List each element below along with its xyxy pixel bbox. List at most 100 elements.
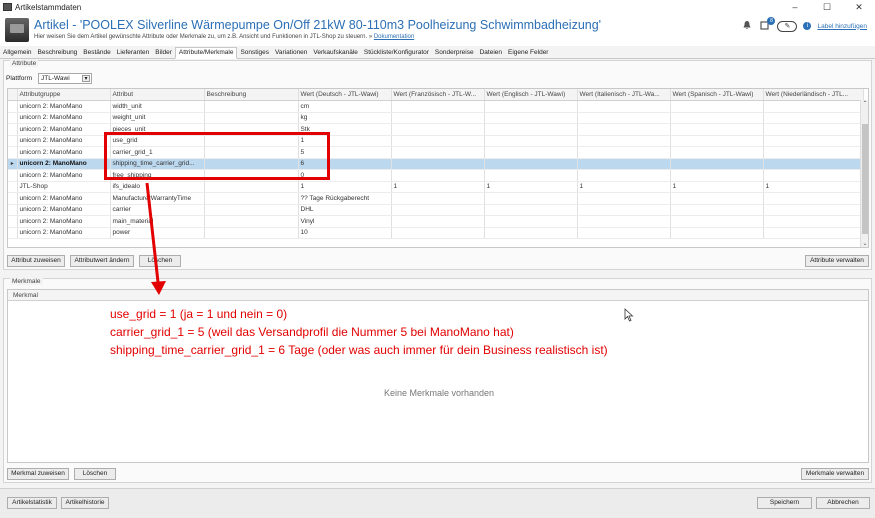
assign-feature-button[interactable]: Merkmal zuweisen (7, 468, 69, 480)
features-column-header[interactable]: Merkmal (8, 290, 868, 301)
table-row[interactable]: unicorn 2: ManoMano width_unit cm (8, 100, 864, 113)
delete-attribute-button[interactable]: Löschen (139, 255, 181, 267)
table-cell[interactable]: 1 (577, 181, 671, 193)
table-cell[interactable] (763, 146, 864, 159)
table-cell[interactable] (763, 215, 864, 228)
table-cell[interactable]: ?? Tage Rückgaberecht (298, 192, 392, 205)
add-label-link[interactable]: Label hinzufügen (817, 23, 867, 30)
table-cell[interactable] (391, 158, 485, 170)
table-cell[interactable] (391, 227, 485, 239)
table-row[interactable]: unicorn 2: ManoMano ManufacturerWarrantyT… (8, 192, 864, 205)
table-cell[interactable] (577, 192, 671, 205)
table-cell[interactable] (763, 169, 864, 182)
table-cell[interactable]: unicorn 2: ManoMano (17, 204, 111, 216)
table-row[interactable]: unicorn 2: ManoMano main_material Vinyl (8, 215, 864, 228)
table-row[interactable]: JTL-Shop ifs_idealo 1 1 1 1 1 1 (8, 181, 864, 193)
table-row[interactable]: unicorn 2: ManoMano weight_unit kg (8, 112, 864, 124)
table-cell[interactable]: width_unit (110, 100, 205, 113)
tab-allgemein[interactable]: Allgemein (0, 48, 35, 58)
table-cell[interactable] (484, 112, 578, 124)
table-cell[interactable] (484, 123, 578, 136)
table-cell[interactable] (670, 227, 764, 239)
table-cell[interactable]: unicorn 2: ManoMano (17, 112, 111, 124)
table-cell[interactable] (670, 204, 764, 216)
table-cell[interactable]: DHL (298, 204, 392, 216)
column-header[interactable]: Attribut (110, 89, 205, 101)
documentation-link[interactable]: Dokumentation (374, 34, 414, 40)
table-cell[interactable] (484, 227, 578, 239)
table-cell[interactable] (670, 169, 764, 182)
manage-attributes-button[interactable]: Attribute verwalten (805, 255, 869, 267)
table-cell[interactable] (484, 100, 578, 113)
table-cell[interactable]: 1 (391, 181, 485, 193)
table-cell[interactable] (484, 146, 578, 159)
table-cell[interactable]: ManufacturerWarrantyTime (110, 192, 205, 205)
tab-bilder[interactable]: Bilder (152, 48, 175, 58)
save-button[interactable]: Speichern (757, 497, 812, 509)
scrollbar-thumb[interactable] (862, 124, 868, 234)
table-cell[interactable] (577, 123, 671, 136)
table-cell[interactable] (391, 112, 485, 124)
table-cell[interactable] (670, 135, 764, 147)
tasks-icon[interactable]: 8 (759, 17, 776, 32)
table-cell[interactable] (577, 227, 671, 239)
table-cell[interactable] (204, 181, 299, 193)
column-header[interactable]: Wert (Deutsch - JTL-Wawi) (298, 89, 392, 101)
table-cell[interactable]: unicorn 2: ManoMano (17, 158, 111, 170)
table-cell[interactable]: 1 (763, 181, 864, 193)
table-cell[interactable] (577, 169, 671, 182)
table-cell[interactable] (763, 204, 864, 216)
column-header[interactable]: Wert (Französisch - JTL-W... (391, 89, 485, 101)
edit-icon[interactable]: ✎ (777, 20, 798, 32)
table-cell[interactable] (204, 192, 299, 205)
change-attribute-value-button[interactable]: Attributwert ändern (70, 255, 134, 267)
table-cell[interactable] (763, 227, 864, 239)
table-cell[interactable]: ifs_idealo (110, 181, 205, 193)
table-cell[interactable]: unicorn 2: ManoMano (17, 135, 111, 147)
table-cell[interactable]: weight_unit (110, 112, 205, 124)
table-cell[interactable] (577, 112, 671, 124)
table-cell[interactable] (670, 146, 764, 159)
table-cell[interactable] (577, 204, 671, 216)
delete-feature-button[interactable]: Löschen (74, 468, 116, 480)
assign-attribute-button[interactable]: Attribut zuweisen (7, 255, 65, 267)
table-cell[interactable] (577, 215, 671, 228)
table-cell[interactable]: unicorn 2: ManoMano (17, 100, 111, 113)
table-cell[interactable] (484, 192, 578, 205)
table-cell[interactable] (670, 123, 764, 136)
table-cell[interactable] (204, 112, 299, 124)
maximize-button[interactable]: ☐ (811, 0, 843, 14)
manage-features-button[interactable]: Merkmale verwalten (801, 468, 869, 480)
table-cell[interactable]: unicorn 2: ManoMano (17, 146, 111, 159)
table-cell[interactable]: 10 (298, 227, 392, 239)
table-cell[interactable] (577, 135, 671, 147)
table-cell[interactable] (763, 112, 864, 124)
tab-attribute-merkmale[interactable]: Attribute/Merkmale (174, 47, 238, 59)
tab-sonderpreise[interactable]: Sonderpreise (432, 48, 477, 58)
tab-stueckliste[interactable]: Stückliste/Konfigurator (361, 48, 432, 58)
table-cell[interactable] (763, 100, 864, 113)
table-cell[interactable]: kg (298, 112, 392, 124)
table-cell[interactable] (391, 204, 485, 216)
column-header[interactable]: Attributgruppe (17, 89, 111, 101)
table-cell[interactable]: unicorn 2: ManoMano (17, 123, 111, 136)
table-cell[interactable] (670, 215, 764, 228)
tab-bestaende[interactable]: Bestände (80, 48, 113, 58)
column-header[interactable]: Wert (Niederländisch - JTL... (763, 89, 864, 101)
table-cell[interactable] (204, 100, 299, 113)
table-cell[interactable]: 1 (670, 181, 764, 193)
table-cell[interactable]: power (110, 227, 205, 239)
table-cell[interactable] (204, 215, 299, 228)
table-cell[interactable] (204, 204, 299, 216)
column-header[interactable]: Wert (Spanisch - JTL-Wawi) (670, 89, 764, 101)
table-cell[interactable] (670, 192, 764, 205)
table-cell[interactable] (577, 146, 671, 159)
chevron-down-icon[interactable]: ▾ (82, 75, 90, 82)
table-cell[interactable] (391, 100, 485, 113)
article-statistics-button[interactable]: Artikelstatistik (7, 497, 57, 509)
table-cell[interactable]: unicorn 2: ManoMano (17, 215, 111, 228)
table-cell[interactable] (391, 146, 485, 159)
table-cell[interactable]: carrier (110, 204, 205, 216)
platform-select[interactable]: JTL-Wawi ▾ (38, 73, 92, 84)
table-cell[interactable] (391, 169, 485, 182)
